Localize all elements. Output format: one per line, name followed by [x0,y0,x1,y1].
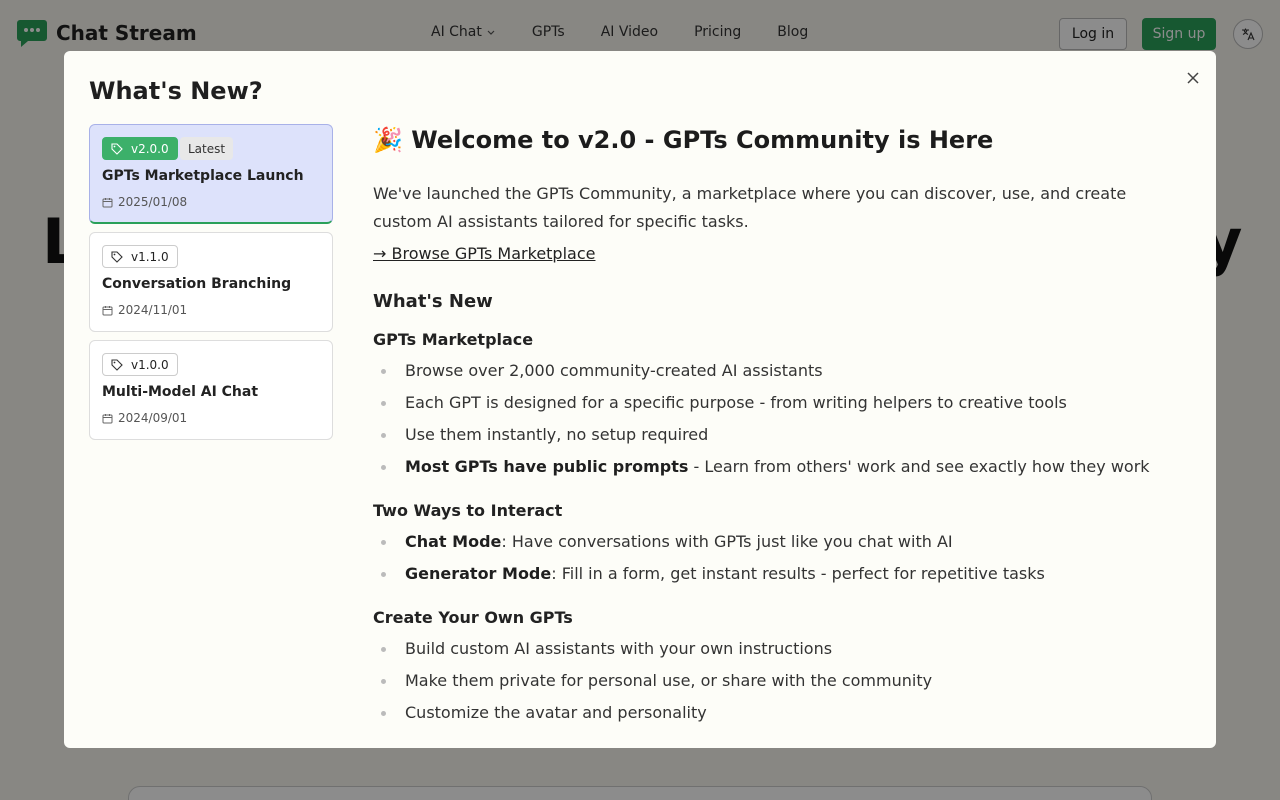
item-text: - Learn from others' work and see exactl… [688,457,1150,476]
tag-icon [111,251,123,263]
browse-gpts-link[interactable]: → Browse GPTs Marketplace [373,244,595,263]
list-item: Most GPTs have public prompts - Learn fr… [373,451,1183,483]
section-list: Browse over 2,000 community-created AI a… [373,355,1183,483]
version-title: Conversation Branching [102,276,292,292]
item-text: : Fill in a form, get instant results - … [551,564,1045,583]
release-intro: We've launched the GPTs Community, a mar… [373,184,1127,231]
version-tag: v1.1.0 [102,245,178,268]
section-list: Build custom AI assistants with your own… [373,633,1183,724]
list-item: Make them private for personal use, or s… [373,665,1183,697]
item-bold: Generator Mode [405,564,552,583]
close-icon [1187,72,1199,84]
version-title: GPTs Marketplace Launch [102,168,304,184]
section-title: GPTs Marketplace [373,330,534,349]
version-title: Multi-Model AI Chat [102,384,259,400]
version-card-v1-1-0[interactable]: v1.1.0 Conversation Branching 2024/11/01 [89,232,333,332]
calendar-icon [102,197,113,207]
version-tag-label: v1.0.0 [131,357,169,372]
list-item: Customize the avatar and personality [373,697,1183,724]
close-button[interactable] [1182,67,1204,89]
version-list: v2.0.0 Latest GPTs Marketplace Launch 20… [89,124,333,448]
calendar-icon [102,413,113,423]
latest-badge: Latest [180,137,234,160]
item-text: Make them private for personal use, or s… [405,671,933,690]
tag-icon [111,143,123,155]
whats-new-heading: What's New [373,291,493,312]
item-text: Customize the avatar and personality [405,703,707,722]
section-list: Chat Mode: Have conversations with GPTs … [373,526,1183,590]
calendar-icon [102,305,113,315]
section-title: Create Your Own GPTs [373,608,573,627]
item-text: : Have conversations with GPTs just like… [501,532,953,551]
list-item: Use them instantly, no setup required [373,419,1183,451]
list-item: Browse over 2,000 community-created AI a… [373,355,1183,387]
release-heading: 🎉 Welcome to v2.0 - GPTs Community is He… [373,126,994,154]
version-card-v1-0-0[interactable]: v1.0.0 Multi-Model AI Chat 2024/09/01 [89,340,333,440]
version-tag: v2.0.0 [102,137,178,160]
section-title: Two Ways to Interact [373,501,563,520]
version-date: 2024/11/01 [102,303,187,317]
tag-icon [111,359,123,371]
version-date-label: 2024/09/01 [118,411,188,425]
version-date: 2025/01/08 [102,195,187,209]
item-bold: Chat Mode [405,532,502,551]
version-tag-label: v1.1.0 [131,249,169,264]
version-date-label: 2025/01/08 [118,195,188,209]
item-text: Each GPT is designed for a specific purp… [405,393,1067,412]
dialog-title: What's New? [89,77,263,105]
version-tag: v1.0.0 [102,353,178,376]
version-date-label: 2024/11/01 [118,303,188,317]
item-text: Use them instantly, no setup required [405,425,709,444]
item-bold: Most GPTs have public prompts [405,457,689,476]
list-item: Generator Mode: Fill in a form, get inst… [373,558,1183,590]
list-item: Build custom AI assistants with your own… [373,633,1183,665]
whats-new-dialog: What's New? v2.0.0 Latest GPTs Marketpla… [64,51,1216,748]
item-text: Browse over 2,000 community-created AI a… [405,361,823,380]
version-card-v2-0-0[interactable]: v2.0.0 Latest GPTs Marketplace Launch 20… [89,124,333,224]
list-item: Chat Mode: Have conversations with GPTs … [373,526,1183,558]
release-notes: 🎉 Welcome to v2.0 - GPTs Community is He… [373,124,1183,724]
item-text: Build custom AI assistants with your own… [405,639,833,658]
version-tag-label: v2.0.0 [131,141,169,156]
list-item: Each GPT is designed for a specific purp… [373,387,1183,419]
version-date: 2024/09/01 [102,411,187,425]
